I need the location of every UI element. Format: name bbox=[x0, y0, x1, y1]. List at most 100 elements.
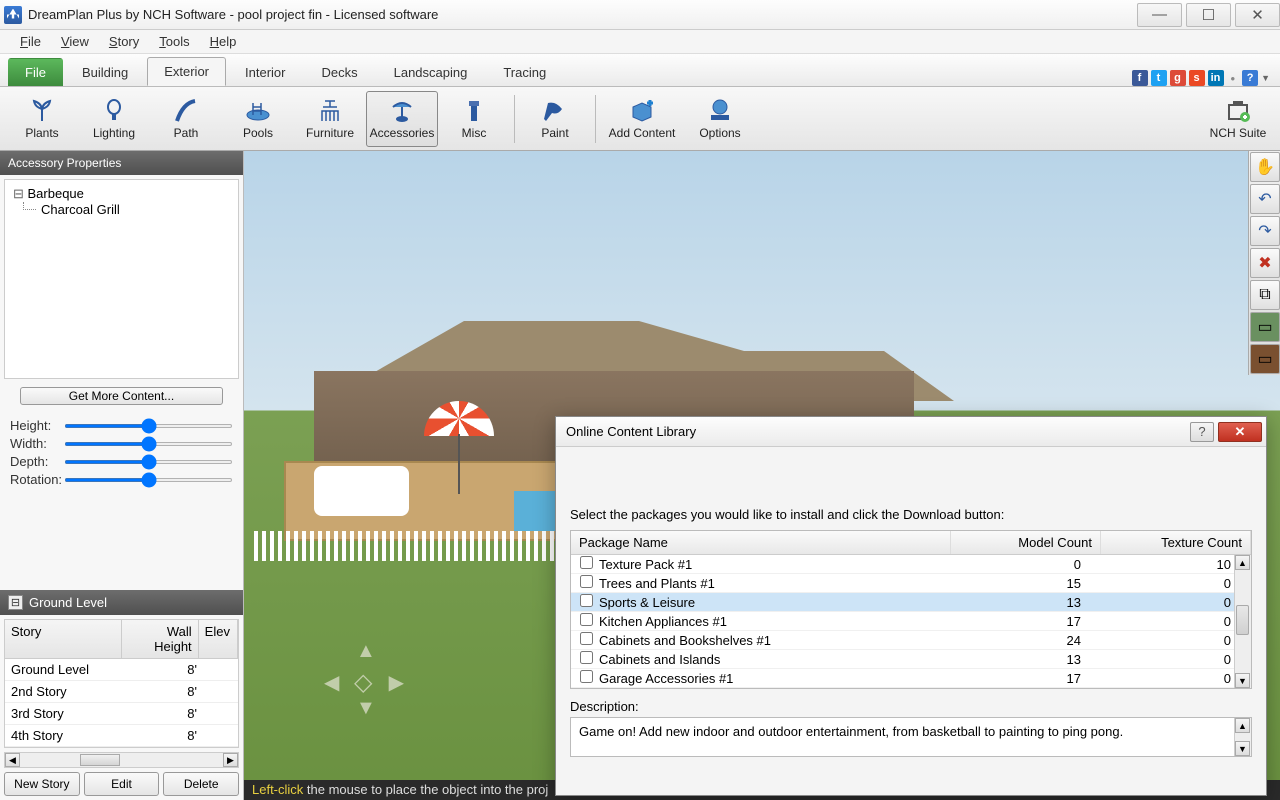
delete-icon[interactable]: ✖ bbox=[1250, 248, 1280, 278]
col-package-name[interactable]: Package Name bbox=[571, 531, 951, 554]
package-row[interactable]: Sports & Leisure130 bbox=[571, 593, 1251, 612]
package-checkbox[interactable] bbox=[580, 613, 593, 626]
dialog-close-button[interactable]: ✕ bbox=[1218, 422, 1262, 442]
story-hscroll[interactable]: ◀▶ bbox=[4, 752, 239, 768]
properties-header: Accessory Properties bbox=[0, 151, 243, 175]
tool-furniture[interactable]: Furniture bbox=[294, 91, 366, 147]
story-row[interactable]: 3rd Story8' bbox=[5, 703, 238, 725]
package-scrollbar[interactable]: ▲ ▼ bbox=[1234, 555, 1251, 688]
tab-exterior[interactable]: Exterior bbox=[147, 57, 226, 86]
undo-icon[interactable]: ↶ bbox=[1250, 184, 1280, 214]
tool-add-content[interactable]: Add Content bbox=[600, 91, 684, 147]
tool-nch-suite[interactable]: NCH Suite bbox=[1202, 91, 1274, 147]
accessory-tree[interactable]: Barbeque Charcoal Grill bbox=[4, 179, 239, 379]
desc-scrollbar[interactable]: ▲ ▼ bbox=[1234, 718, 1251, 756]
col-story[interactable]: Story bbox=[5, 620, 122, 658]
dialog-help-button[interactable]: ? bbox=[1190, 422, 1214, 442]
package-row[interactable]: Cabinets and Islands130 bbox=[571, 650, 1251, 669]
package-checkbox[interactable] bbox=[580, 670, 593, 683]
package-row[interactable]: Cabinets and Bookshelves #1240 bbox=[571, 631, 1251, 650]
scroll-down-icon[interactable]: ▼ bbox=[1235, 673, 1250, 688]
scroll-left-icon[interactable]: ◀ bbox=[5, 753, 20, 767]
edit-story-button[interactable]: Edit bbox=[84, 772, 160, 796]
googleplus-icon[interactable]: g bbox=[1170, 70, 1186, 86]
copy-icon[interactable]: ⧉ bbox=[1250, 280, 1280, 310]
tool-accessories[interactable]: Accessories bbox=[366, 91, 438, 147]
package-row[interactable]: Trees and Plants #1150 bbox=[571, 574, 1251, 593]
dialog-instruction: Select the packages you would like to in… bbox=[570, 507, 1252, 522]
close-button[interactable]: ✕ bbox=[1235, 3, 1280, 27]
tab-tracing[interactable]: Tracing bbox=[486, 58, 563, 86]
description-box: Game on! Add new indoor and outdoor ente… bbox=[570, 717, 1252, 757]
help-dropdown-icon[interactable]: ▼ bbox=[1261, 73, 1270, 83]
package-row[interactable]: Garage Accessories #1170 bbox=[571, 669, 1251, 688]
tool-pools[interactable]: Pools bbox=[222, 91, 294, 147]
dialog-titlebar[interactable]: Online Content Library ? ✕ bbox=[556, 417, 1266, 447]
texture2-icon[interactable]: ▭ bbox=[1250, 344, 1280, 374]
col-texture-count[interactable]: Texture Count bbox=[1101, 531, 1251, 554]
story-row[interactable]: 4th Story8' bbox=[5, 725, 238, 747]
redo-icon[interactable]: ↷ bbox=[1250, 216, 1280, 246]
package-row[interactable]: Kitchen Appliances #1170 bbox=[571, 612, 1251, 631]
nav-up-icon[interactable]: ▲ bbox=[356, 640, 376, 663]
minimize-button[interactable]: — bbox=[1137, 3, 1182, 27]
scroll-up-icon[interactable]: ▲ bbox=[1235, 555, 1250, 570]
col-wall-height[interactable]: Wall Height bbox=[122, 620, 198, 658]
col-model-count[interactable]: Model Count bbox=[951, 531, 1101, 554]
texture1-icon[interactable]: ▭ bbox=[1250, 312, 1280, 342]
package-checkbox[interactable] bbox=[580, 632, 593, 645]
tab-decks[interactable]: Decks bbox=[304, 58, 374, 86]
pan-tool-icon[interactable]: ✋ bbox=[1250, 152, 1280, 182]
story-row[interactable]: Ground Level8' bbox=[5, 659, 238, 681]
tool-plants[interactable]: Plants bbox=[6, 91, 78, 147]
depth-slider[interactable] bbox=[64, 460, 233, 464]
menu-help[interactable]: Help bbox=[200, 32, 247, 51]
scroll-thumb[interactable] bbox=[1236, 605, 1249, 635]
package-row[interactable]: Texture Pack #1010 bbox=[571, 555, 1251, 574]
delete-story-button[interactable]: Delete bbox=[163, 772, 239, 796]
tab-interior[interactable]: Interior bbox=[228, 58, 302, 86]
tool-paint[interactable]: Paint bbox=[519, 91, 591, 147]
tool-options[interactable]: Options bbox=[684, 91, 756, 147]
tree-item-charcoal-grill[interactable]: Charcoal Grill bbox=[13, 202, 230, 217]
scroll-down-icon[interactable]: ▼ bbox=[1235, 741, 1250, 756]
scroll-up-icon[interactable]: ▲ bbox=[1235, 718, 1250, 733]
twitter-icon[interactable]: t bbox=[1151, 70, 1167, 86]
scroll-thumb[interactable] bbox=[80, 754, 120, 766]
tool-misc[interactable]: Misc bbox=[438, 91, 510, 147]
tree-item-barbeque[interactable]: Barbeque bbox=[13, 186, 230, 202]
nav-down-icon[interactable]: ▼ bbox=[356, 697, 376, 720]
nav-compass[interactable]: ▲ ▼ ◀ ▶ ◇ bbox=[324, 640, 404, 720]
tab-landscaping[interactable]: Landscaping bbox=[377, 58, 485, 86]
maximize-button[interactable]: ☐ bbox=[1186, 3, 1231, 27]
scroll-right-icon[interactable]: ▶ bbox=[223, 753, 238, 767]
tool-lighting[interactable]: Lighting bbox=[78, 91, 150, 147]
package-checkbox[interactable] bbox=[580, 575, 593, 588]
get-more-content-button[interactable]: Get More Content... bbox=[20, 387, 223, 405]
height-slider[interactable] bbox=[64, 424, 233, 428]
linkedin-icon[interactable]: in bbox=[1208, 70, 1224, 86]
package-checkbox[interactable] bbox=[580, 651, 593, 664]
menu-file[interactable]: File bbox=[10, 32, 51, 51]
new-story-button[interactable]: New Story bbox=[4, 772, 80, 796]
help-icon[interactable]: ? bbox=[1242, 70, 1258, 86]
facebook-icon[interactable]: f bbox=[1132, 70, 1148, 86]
nav-left-icon[interactable]: ◀ bbox=[324, 670, 339, 695]
story-row[interactable]: 2nd Story8' bbox=[5, 681, 238, 703]
menu-view[interactable]: View bbox=[51, 32, 99, 51]
col-elev[interactable]: Elev bbox=[199, 620, 238, 658]
nav-right-icon[interactable]: ▶ bbox=[389, 670, 404, 695]
package-checkbox[interactable] bbox=[580, 556, 593, 569]
menu-story[interactable]: Story bbox=[99, 32, 149, 51]
ground-level-header[interactable]: Ground Level bbox=[0, 590, 243, 615]
tab-building[interactable]: Building bbox=[65, 58, 145, 86]
nav-center-icon[interactable]: ◇ bbox=[354, 668, 372, 697]
width-slider[interactable] bbox=[64, 442, 233, 446]
tool-path[interactable]: Path bbox=[150, 91, 222, 147]
menu-tools[interactable]: Tools bbox=[149, 32, 199, 51]
stumble-icon[interactable]: s bbox=[1189, 70, 1205, 86]
pools-icon bbox=[244, 98, 272, 124]
tab-file[interactable]: File bbox=[8, 58, 63, 86]
package-checkbox[interactable] bbox=[580, 594, 593, 607]
rotation-slider[interactable] bbox=[64, 478, 233, 482]
